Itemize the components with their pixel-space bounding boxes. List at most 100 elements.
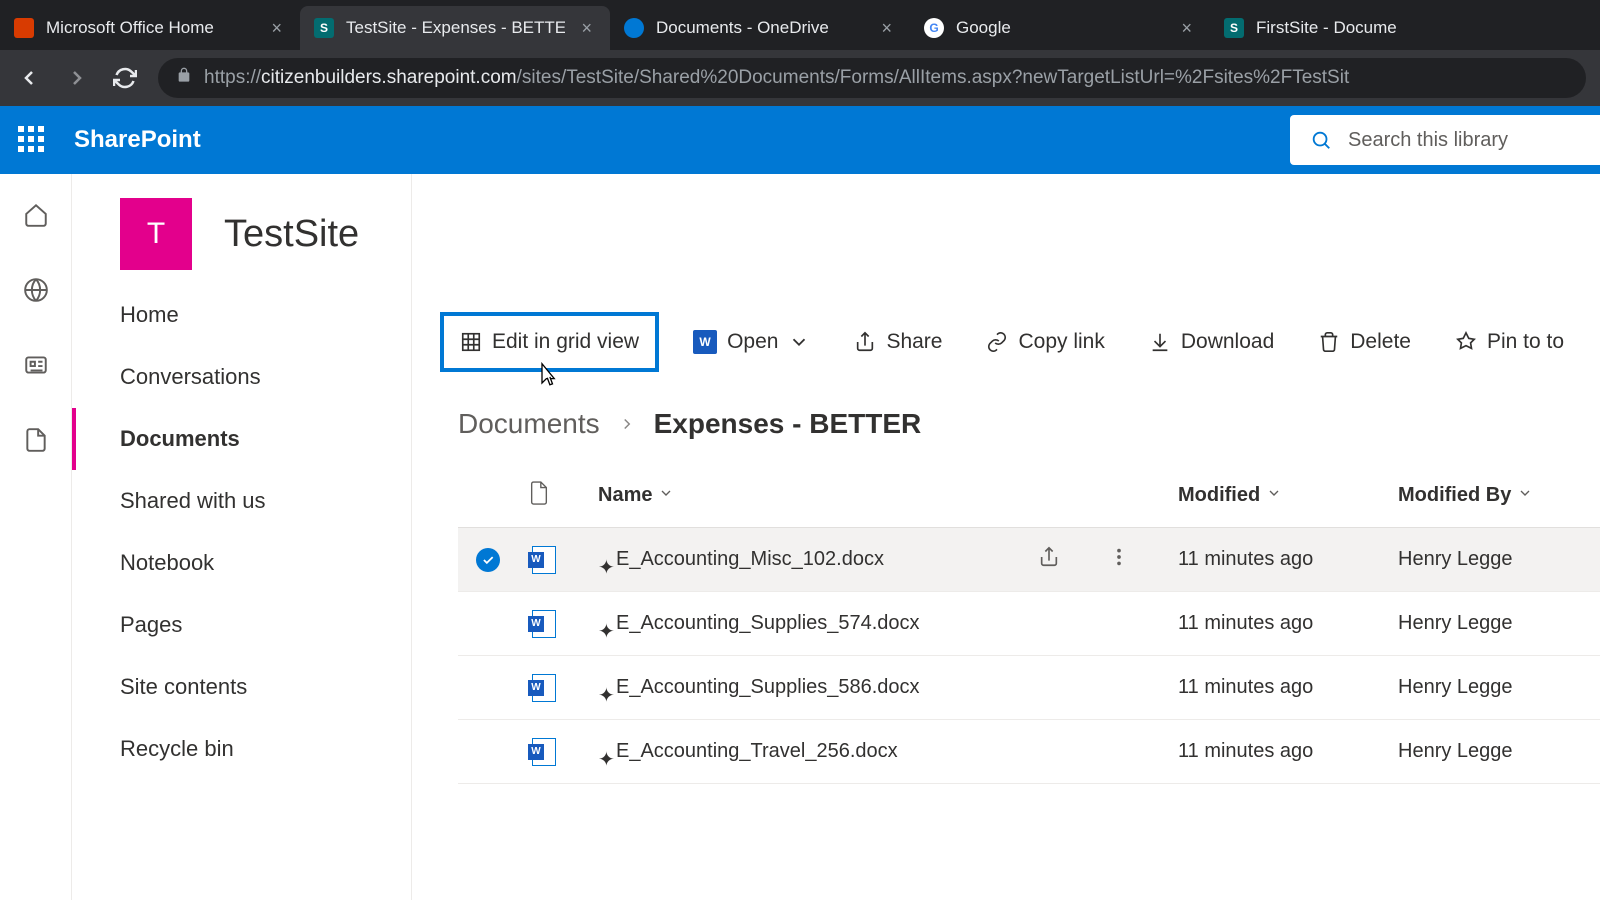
copy-link-label: Copy link: [1018, 330, 1104, 354]
table-row[interactable]: W ✦ E_Accounting_Travel_256.docx 11 minut…: [458, 720, 1600, 784]
files-icon[interactable]: [23, 427, 49, 458]
browser-tab[interactable]: Microsoft Office Home ×: [0, 6, 300, 50]
edit-grid-label: Edit in grid view: [492, 330, 639, 354]
browser-tab-strip: Microsoft Office Home × S TestSite - Exp…: [0, 0, 1600, 50]
word-file-icon: W: [528, 610, 556, 638]
tab-title: Documents - OneDrive: [656, 18, 865, 38]
modified-time: 11 minutes ago: [1178, 612, 1398, 635]
chevron-down-icon: [1260, 484, 1282, 507]
google-icon: G: [924, 18, 944, 38]
table-row[interactable]: W ✦E_Accounting_Supplies_586.docx 11 min…: [458, 656, 1600, 720]
onedrive-icon: [624, 18, 644, 38]
app-launcher-icon[interactable]: [18, 126, 46, 154]
new-indicator-icon: ✦: [598, 619, 608, 629]
copy-link-button[interactable]: Copy link: [976, 322, 1114, 362]
browser-toolbar: https://citizenbuilders.sharepoint.com/s…: [0, 50, 1600, 106]
file-type-icon[interactable]: [528, 480, 598, 512]
modified-time: 11 minutes ago: [1178, 740, 1398, 763]
close-icon[interactable]: ×: [877, 18, 896, 39]
nav-pages[interactable]: Pages: [72, 594, 411, 656]
column-modified[interactable]: Modified: [1178, 484, 1398, 507]
download-button[interactable]: Download: [1139, 322, 1284, 362]
selection-check-icon[interactable]: [476, 548, 500, 572]
grid-icon: [460, 331, 482, 353]
new-indicator-icon: ✦: [598, 747, 608, 757]
delete-label: Delete: [1350, 330, 1411, 354]
column-name[interactable]: Name: [598, 484, 1038, 507]
globe-icon[interactable]: [23, 277, 49, 308]
site-logo[interactable]: T: [120, 198, 192, 270]
search-icon: [1310, 129, 1332, 151]
pin-button[interactable]: Pin to to: [1445, 322, 1574, 362]
delete-button[interactable]: Delete: [1308, 322, 1421, 362]
modified-by[interactable]: Henry Legge: [1398, 548, 1598, 571]
lock-icon: [176, 67, 192, 89]
modified-time: 11 minutes ago: [1178, 548, 1398, 571]
modified-by[interactable]: Henry Legge: [1398, 676, 1598, 699]
close-icon[interactable]: ×: [577, 18, 596, 39]
modified-by[interactable]: Henry Legge: [1398, 740, 1598, 763]
word-file-icon: W: [528, 546, 556, 574]
pin-icon: [1455, 331, 1477, 353]
home-icon[interactable]: [23, 202, 49, 233]
left-navigation: Home Conversations Documents Shared with…: [72, 174, 412, 900]
nav-home[interactable]: Home: [72, 284, 411, 346]
command-bar: Edit in grid view W Open Share Copy li: [440, 284, 1600, 400]
suite-header: SharePoint Search this library: [0, 106, 1600, 174]
site-title[interactable]: TestSite: [224, 213, 359, 256]
column-modified-by[interactable]: Modified By: [1398, 484, 1598, 507]
share-button[interactable]: Share: [844, 322, 952, 362]
browser-tab[interactable]: S FirstSite - Docume: [1210, 6, 1411, 50]
share-label: Share: [886, 330, 942, 354]
browser-tab-active[interactable]: S TestSite - Expenses - BETTE ×: [300, 6, 610, 50]
office-icon: [14, 18, 34, 38]
reload-button[interactable]: [110, 63, 140, 93]
file-table: Name Modified Modified By: [458, 464, 1600, 784]
file-name[interactable]: E_Accounting_Supplies_574.docx: [616, 612, 920, 635]
search-placeholder: Search this library: [1348, 129, 1508, 152]
news-icon[interactable]: [23, 352, 49, 383]
edit-in-grid-view-button[interactable]: Edit in grid view: [440, 312, 659, 372]
nav-notebook[interactable]: Notebook: [72, 532, 411, 594]
table-row[interactable]: W ✦E_Accounting_Misc_102.docx 11 minutes…: [458, 528, 1600, 592]
tab-title: Google: [956, 18, 1165, 38]
tab-title: Microsoft Office Home: [46, 18, 255, 38]
table-row[interactable]: W ✦ E_Accounting_Supplies_574.docx 11 min…: [458, 592, 1600, 656]
breadcrumb-root[interactable]: Documents: [458, 408, 600, 440]
sharepoint-brand[interactable]: SharePoint: [74, 126, 201, 154]
trash-icon: [1318, 331, 1340, 353]
nav-shared-with-us[interactable]: Shared with us: [72, 470, 411, 532]
nav-recycle-bin[interactable]: Recycle bin: [72, 718, 411, 780]
modified-time: 11 minutes ago: [1178, 676, 1398, 699]
chevron-down-icon: [1511, 484, 1533, 507]
forward-button[interactable]: [62, 63, 92, 93]
download-icon: [1149, 331, 1171, 353]
open-button[interactable]: W Open: [683, 322, 820, 362]
chevron-down-icon: [652, 484, 674, 507]
row-share-button[interactable]: [1038, 546, 1108, 574]
browser-tab[interactable]: G Google ×: [910, 6, 1210, 50]
search-box[interactable]: Search this library: [1290, 115, 1600, 165]
nav-conversations[interactable]: Conversations: [72, 346, 411, 408]
address-bar[interactable]: https://citizenbuilders.sharepoint.com/s…: [158, 58, 1586, 98]
chevron-down-icon: [788, 331, 810, 353]
file-name[interactable]: E_Accounting_Supplies_586.docx: [616, 676, 920, 699]
browser-tab[interactable]: Documents - OneDrive ×: [610, 6, 910, 50]
table-header: Name Modified Modified By: [458, 464, 1600, 528]
row-more-button[interactable]: [1108, 546, 1178, 574]
share-icon: [854, 331, 876, 353]
close-icon[interactable]: ×: [1177, 18, 1196, 39]
nav-site-contents[interactable]: Site contents: [72, 656, 411, 718]
app-rail: [0, 174, 72, 900]
sharepoint-icon: S: [314, 18, 334, 38]
word-file-icon: W: [528, 738, 556, 766]
chevron-right-icon: [618, 408, 636, 440]
main-content: Edit in grid view W Open Share Copy li: [412, 174, 1600, 900]
modified-by[interactable]: Henry Legge: [1398, 612, 1598, 635]
nav-documents[interactable]: Documents: [72, 408, 411, 470]
back-button[interactable]: [14, 63, 44, 93]
file-name[interactable]: E_Accounting_Travel_256.docx: [616, 740, 898, 763]
breadcrumb: Documents Expenses - BETTER: [458, 408, 1600, 440]
file-name[interactable]: E_Accounting_Misc_102.docx: [616, 548, 884, 571]
close-icon[interactable]: ×: [267, 18, 286, 39]
